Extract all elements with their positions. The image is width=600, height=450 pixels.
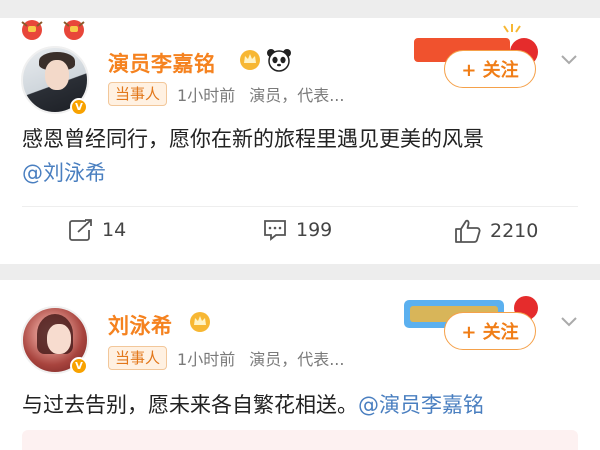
weibo-post-card: V 演员李嘉铭 当事人 1小时前 演员，代表... + 关注 感恩曾经同行，愿你… xyxy=(0,18,600,264)
like-icon xyxy=(455,219,481,243)
post-time: 1小时前 xyxy=(177,86,236,105)
crown-icon xyxy=(240,50,260,70)
post-body: 感恩曾经同行，愿你在新的旅程里遇见更美的风景 xyxy=(22,127,484,151)
panda-icon xyxy=(267,49,291,72)
mention-link[interactable]: @刘泳希 xyxy=(22,161,106,185)
quoted-content-preview[interactable] xyxy=(22,430,578,450)
post-actions: 14 199 2210 xyxy=(0,218,600,256)
repost-count: 14 xyxy=(102,219,127,241)
repost-icon xyxy=(69,219,92,241)
repost-button[interactable]: 14 xyxy=(68,218,126,242)
chevron-down-icon[interactable] xyxy=(558,48,580,70)
verified-v-icon: V xyxy=(70,98,88,116)
author-description: 演员，代表... xyxy=(249,350,345,369)
verified-v-icon: V xyxy=(70,357,88,375)
party-tag: 当事人 xyxy=(108,82,168,106)
chevron-down-icon[interactable] xyxy=(558,310,580,332)
comment-icon xyxy=(264,220,286,241)
post-meta: 当事人 1小时前 演员，代表... xyxy=(108,346,344,370)
weibo-post-card: V 刘泳希 当事人 1小时前 演员，代表... + 关注 与过去告别，愿未来各自… xyxy=(0,280,600,450)
divider xyxy=(22,206,578,207)
post-time: 1小时前 xyxy=(177,350,236,369)
post-text: 感恩曾经同行，愿你在新的旅程里遇见更美的风景 @刘泳希 xyxy=(22,122,578,190)
follow-button[interactable]: + 关注 xyxy=(444,50,536,88)
author-name[interactable]: 刘泳希 xyxy=(108,310,173,340)
follow-button[interactable]: + 关注 xyxy=(444,312,536,350)
party-tag: 当事人 xyxy=(108,346,168,370)
author-name[interactable]: 演员李嘉铭 xyxy=(108,48,216,78)
comment-count: 199 xyxy=(296,219,333,241)
like-count: 2210 xyxy=(490,220,539,242)
comment-button[interactable]: 199 xyxy=(262,218,332,242)
author-description: 演员，代表... xyxy=(249,86,345,105)
like-button[interactable]: 2210 xyxy=(454,218,538,244)
crown-icon xyxy=(190,312,210,332)
mention-link[interactable]: @演员李嘉铭 xyxy=(358,393,484,417)
post-meta: 当事人 1小时前 演员，代表... xyxy=(108,82,344,106)
post-body: 与过去告别，愿未来各自繁花相送。 xyxy=(22,393,358,417)
post-text: 与过去告别，愿未来各自繁花相送。@演员李嘉铭 xyxy=(22,388,578,422)
new-year-ox-decoration-icon xyxy=(21,20,85,40)
